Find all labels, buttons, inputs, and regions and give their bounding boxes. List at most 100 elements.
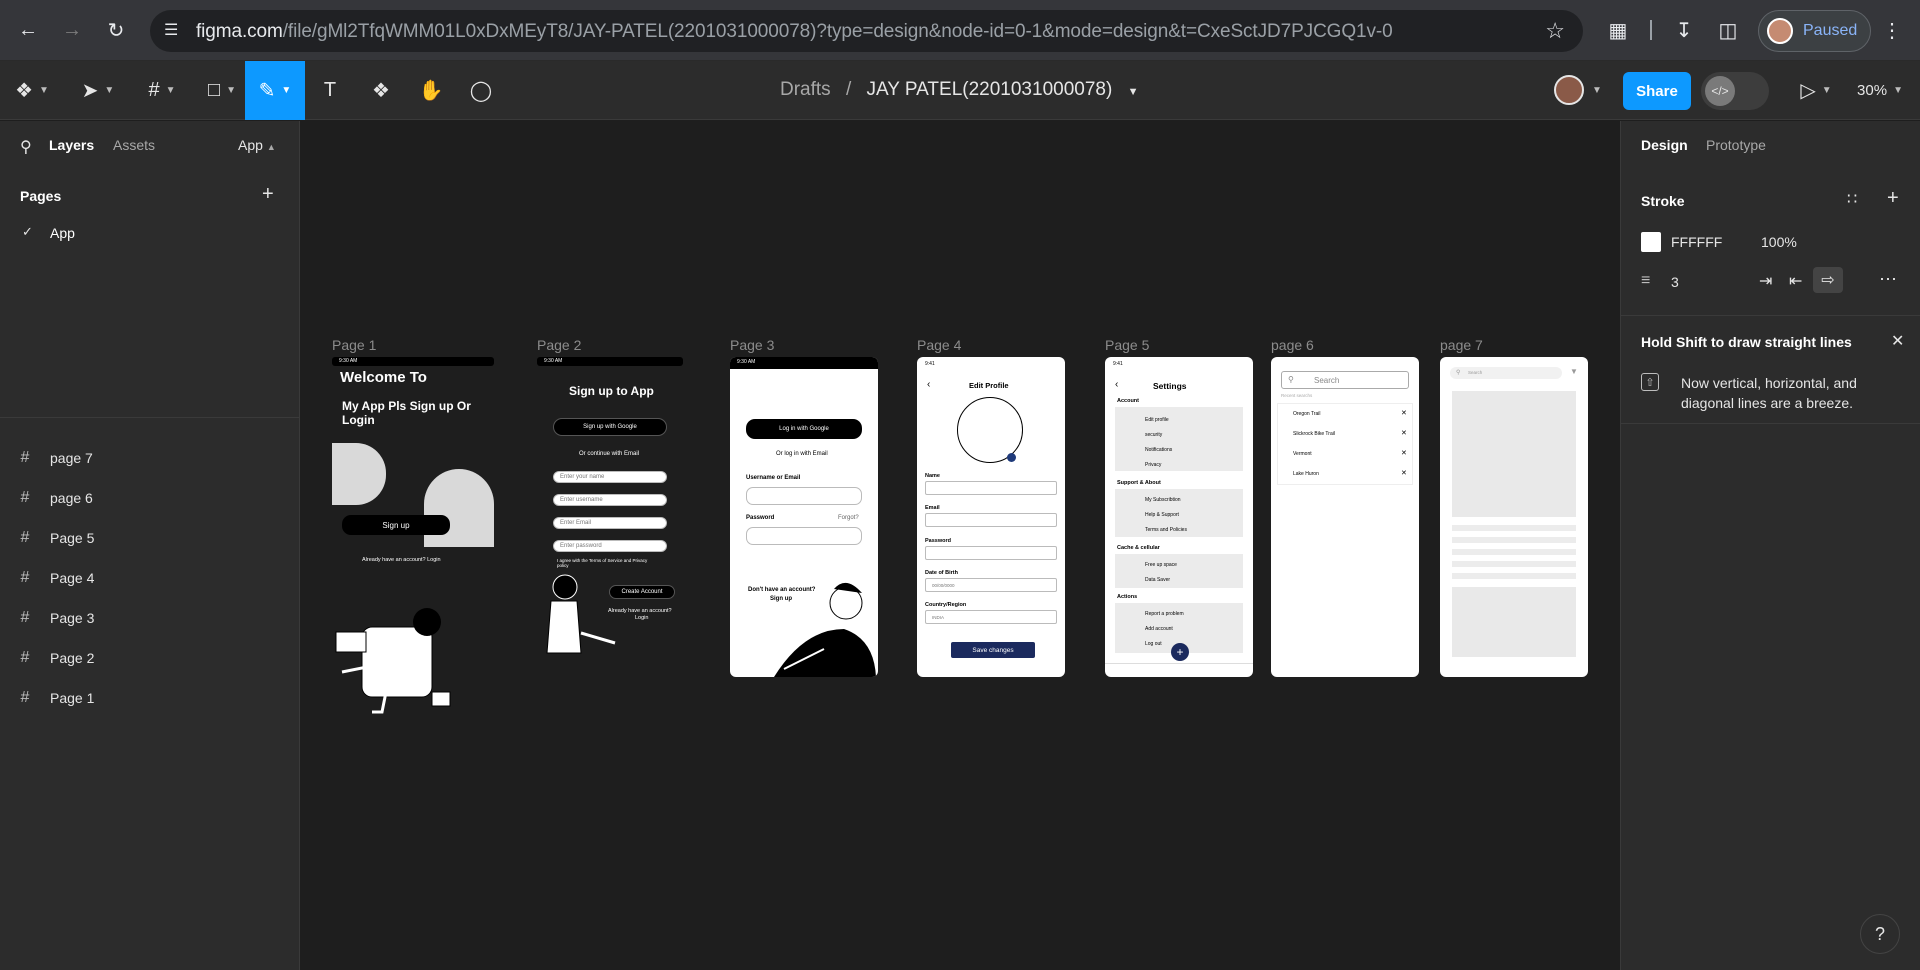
stroke-weight-icon: ≡ (1641, 272, 1651, 289)
email-field: Enter Email (553, 517, 667, 529)
search-icon[interactable]: ⚲ (20, 137, 32, 157)
have-account-text: Already have an account? (608, 608, 672, 614)
search-icon: ⚲ (1456, 370, 1461, 376)
side-panel-icon[interactable]: ◫ (1712, 14, 1744, 46)
bottom-nav (1105, 663, 1253, 677)
layer-page-6[interactable]: # page 6 (0, 478, 300, 518)
bookmark-star-icon[interactable]: ☆ (1545, 18, 1565, 44)
stroke-opacity[interactable]: 100% (1761, 234, 1797, 250)
password-input (746, 527, 862, 545)
hand-tool-button[interactable]: ✋ (414, 61, 448, 120)
add-page-icon[interactable]: + (262, 183, 274, 206)
frame-label-page-1[interactable]: Page 1 (332, 337, 376, 353)
stroke-heading: Stroke (1641, 193, 1685, 209)
stroke-center-icon[interactable]: ⇤ (1789, 271, 1802, 291)
frame-label-page-3[interactable]: Page 3 (730, 337, 774, 353)
frame-label-page-6[interactable]: page 6 (1271, 337, 1314, 353)
present-button[interactable]: ▷ ▼ (1796, 61, 1836, 120)
layer-label: Page 5 (50, 530, 95, 546)
frame-page-4[interactable]: 9:41 ‹ Edit Profile Name Email Password … (917, 357, 1065, 677)
name-input (925, 481, 1057, 495)
layer-page-1[interactable]: # Page 1 (0, 678, 300, 718)
frame-page-3[interactable]: 9:30 AM Log in with Google Or log in wit… (730, 357, 878, 677)
site-info-icon[interactable]: ☰ (164, 21, 184, 41)
figma-menu-button[interactable]: ❖ ▼ (10, 61, 54, 120)
zoom-menu[interactable]: 30% ▼ (1850, 61, 1910, 120)
placeholder-line (1452, 525, 1576, 531)
frame-page-5[interactable]: 9:41 ‹ Settings Account Edit profile sec… (1105, 357, 1253, 677)
styles-grid-icon[interactable]: ∷ (1847, 189, 1857, 209)
section-account: Account (1117, 398, 1139, 404)
tab-prototype[interactable]: Prototype (1706, 137, 1766, 153)
browser-menu-icon[interactable]: ⋮ (1876, 14, 1908, 46)
download-icon[interactable]: ↧ (1668, 14, 1700, 46)
recent-item: Lake Huron (1293, 471, 1319, 477)
layer-page-7[interactable]: # page 7 (0, 438, 300, 478)
move-tool-button[interactable]: ➤ ▼ (72, 61, 124, 120)
illustration-sitting (774, 582, 876, 677)
section-cache: Cache & cellular (1117, 545, 1160, 551)
left-panel: ⚲ Layers Assets App ▲ Pages + ✓ App # pag… (0, 121, 300, 970)
dev-mode-toggle[interactable]: </> (1701, 72, 1769, 110)
frame-tool-button[interactable]: # ▼ (136, 61, 188, 120)
text-tool-button[interactable]: T (314, 61, 346, 120)
reload-icon[interactable]: ↻ (100, 14, 132, 46)
section-actions: Actions (1117, 594, 1138, 600)
canvas[interactable]: Page 1 Page 2 Page 3 Page 4 Page 5 page … (301, 121, 1619, 970)
user-avatar[interactable] (1554, 75, 1584, 105)
layer-page-5[interactable]: # Page 5 (0, 518, 300, 558)
tab-assets[interactable]: Assets (113, 137, 155, 153)
password-label: Password (925, 538, 951, 544)
frame-label-page-2[interactable]: Page 2 (537, 337, 581, 353)
page-item-app[interactable]: ✓ App (0, 217, 300, 249)
frame-label-page-5[interactable]: Page 5 (1105, 337, 1149, 353)
breadcrumb-drafts[interactable]: Drafts (780, 79, 831, 100)
layer-page-2[interactable]: # Page 2 (0, 638, 300, 678)
chevron-down-icon[interactable]: ▼ (1592, 85, 1602, 96)
account-group (1115, 407, 1243, 471)
stroke-color-hex[interactable]: FFFFFF (1671, 234, 1722, 250)
share-button[interactable]: Share (1623, 72, 1691, 110)
page-selector[interactable]: App ▲ (238, 137, 276, 153)
frame-label-page-4[interactable]: Page 4 (917, 337, 961, 353)
layer-page-4[interactable]: # Page 4 (0, 558, 300, 598)
forward-icon[interactable]: → (56, 14, 88, 46)
chevron-down-icon[interactable]: ▼ (1128, 86, 1139, 98)
tab-layers[interactable]: Layers (49, 137, 94, 153)
extensions-icon[interactable]: ▦ (1602, 14, 1634, 46)
frame-page-1[interactable]: 9:30 AM Welcome To My App Pls Sign up Or… (332, 357, 494, 727)
add-stroke-icon[interactable]: + (1887, 187, 1899, 210)
stroke-inside-icon[interactable]: ⇥ (1759, 271, 1772, 291)
frame-label-page-7[interactable]: page 7 (1440, 337, 1483, 353)
frame-page-6[interactable]: ⚲ Search Recent searchs Oregon Trail ✕ S… (1271, 357, 1419, 677)
cursor-icon: ➤ (81, 80, 99, 102)
search-placeholder: Search (1468, 370, 1483, 375)
stroke-color-swatch[interactable] (1641, 232, 1661, 252)
tab-design[interactable]: Design (1641, 137, 1688, 153)
placeholder-line (1452, 549, 1576, 555)
layer-page-3[interactable]: # Page 3 (0, 598, 300, 638)
status-time: 9:30 AM (544, 358, 563, 364)
resources-button[interactable]: ❖ (364, 61, 398, 120)
recent-item: Vermont (1293, 451, 1312, 457)
frame-page-7[interactable]: ⚲ Search ▼ (1440, 357, 1588, 677)
close-icon[interactable]: ✕ (1891, 331, 1904, 351)
settings-item: Privacy (1145, 462, 1162, 468)
comment-icon: ◯ (469, 80, 493, 102)
file-name[interactable]: JAY PATEL(2201031000078) (867, 79, 1113, 100)
stroke-outside-icon[interactable]: ⇨ (1813, 267, 1843, 293)
url-text[interactable]: figma.com/file/gMl2TfqWMM01L0xDxMEyT8/JA… (196, 21, 1393, 43)
frame-page-2[interactable]: 9:30 AM Sign up to App Sign up with Goog… (537, 357, 683, 677)
help-icon[interactable]: ? (1860, 914, 1900, 954)
layer-label: page 6 (50, 490, 93, 506)
profile-button[interactable]: Paused (1758, 10, 1871, 52)
stroke-weight[interactable]: 3 (1671, 274, 1679, 290)
back-icon[interactable]: ← (12, 14, 44, 46)
more-options-icon[interactable]: ⋯ (1879, 269, 1897, 290)
text-icon: T (323, 79, 337, 101)
shape-tool-button[interactable]: □ ▼ (196, 61, 248, 120)
pen-tool-button[interactable]: ✎ ▼ (245, 61, 305, 120)
address-bar[interactable]: ☰ figma.com/file/gMl2TfqWMM01L0xDxMEyT8/… (150, 10, 1583, 52)
comment-tool-button[interactable]: ◯ (464, 61, 498, 120)
search-placeholder: Search (1314, 376, 1340, 385)
